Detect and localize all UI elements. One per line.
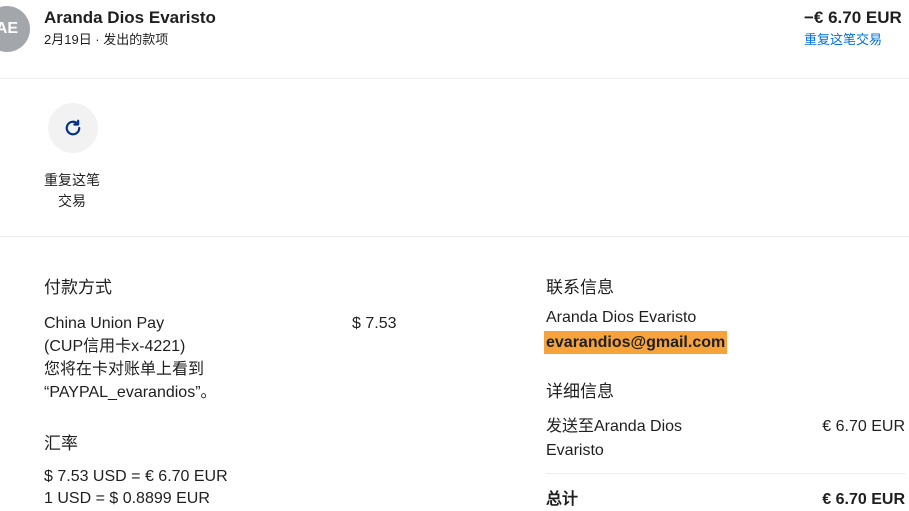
exchange-rate-line: 1 USD = $ 0.8899 EUR — [44, 490, 210, 507]
exchange-rate-details: $ 7.53 USD = € 6.70 EUR 1 USD = $ 0.8899… — [44, 466, 228, 510]
details-heading: 详细信息 — [546, 382, 614, 401]
repeat-transaction-label[interactable]: 重复这笔 交易 — [36, 170, 108, 212]
total-divider — [546, 473, 905, 474]
transaction-subtitle: 2月19日 · 发出的款项 — [44, 32, 169, 47]
header-divider — [0, 78, 909, 79]
avatar: AE — [0, 6, 30, 52]
repeat-transaction-link[interactable]: 重复这笔交易 — [804, 31, 905, 49]
payment-method-line: China Union Pay — [44, 315, 165, 332]
exchange-rate-heading: 汇率 — [44, 434, 78, 453]
contact-info-heading: 联系信息 — [546, 278, 614, 297]
repeat-transaction-button[interactable] — [48, 103, 98, 153]
exchange-rate-line: $ 7.53 USD = € 6.70 EUR — [44, 468, 228, 485]
sent-to-label: 发送至Aranda Dios Evaristo — [546, 415, 682, 463]
payment-method-amount: $ 7.53 — [352, 315, 397, 332]
repeat-label-line: 交易 — [58, 193, 86, 209]
sent-to-line: 发送至Aranda Dios — [546, 418, 683, 435]
total-amount: € 6.70 EUR — [822, 491, 905, 508]
sent-amount: € 6.70 EUR — [822, 418, 905, 435]
counterparty-name: Aranda Dios Evaristo — [44, 8, 216, 27]
payment-method-line: “PAYPAL_evarandios”。 — [44, 384, 217, 401]
refresh-icon — [63, 118, 83, 138]
sent-to-line: Evaristo — [546, 442, 604, 459]
transaction-amount: −€ 6.70 EUR — [804, 8, 902, 27]
contact-email: evarandios@gmail.com — [544, 331, 728, 354]
payment-method-heading: 付款方式 — [44, 278, 112, 297]
transaction-amount-block: −€ 6.70 EUR 重复这笔交易 — [804, 8, 905, 49]
actions-divider — [0, 236, 909, 237]
payment-method-line: (CUP信用卡x-4221) — [44, 338, 186, 355]
repeat-label-line: 重复这笔 — [44, 172, 100, 188]
total-label: 总计 — [546, 491, 579, 508]
payment-method-line: 您将在卡对账单上看到 — [44, 361, 205, 378]
contact-name: Aranda Dios Evaristo — [546, 309, 697, 326]
payment-method-details: China Union Pay (CUP信用卡x-4221) 您将在卡对账单上看… — [44, 312, 217, 404]
